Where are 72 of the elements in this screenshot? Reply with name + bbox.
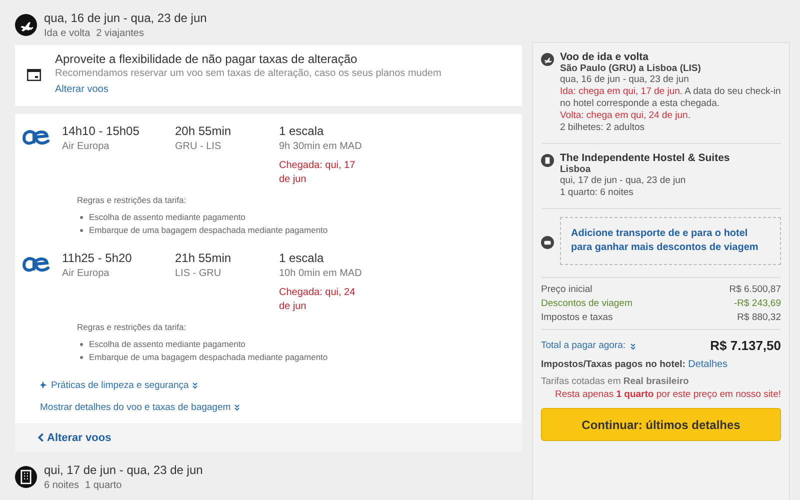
stay-detail: 6 noites [44,480,80,491]
flight-times: 14h10 - 15h05 [62,124,140,138]
tax-details-link[interactable]: Detalhes [688,359,728,370]
summary-flight-dates: qua, 16 de jun - qua, 23 de jun [560,74,690,86]
flight-route: LIS - GRU [175,268,222,279]
fare-rules-title: Regras e restrições da tarifa: [77,322,188,332]
calendar-icon [27,68,41,80]
stay-detail: 1 quarto [85,480,122,491]
notice-title: Aproveite a flexibilidade de não pagar taxas de alteração [55,52,358,66]
fare-rule: Embarque de uma bagagem despachada mediante pagamento [89,224,328,237]
price-label: Impostos e taxas [541,312,613,323]
bullet-icon [80,229,83,232]
sparkle-icon [40,381,48,389]
fare-rule: Embarque de uma bagagem despachada mediante pagamento [89,351,328,364]
flight-details-link[interactable]: Mostrar detalhes do voo e taxas de bagagem [15,396,240,418]
price-label: Descontos de viagem [541,298,632,309]
airline-logo-icon [22,128,50,146]
summary-route: São Paulo (GRU) a Lisboa (LIS) [560,63,702,74]
expand-icon [234,403,240,411]
building-icon [541,154,554,167]
hotel-dates: qui, 17 de jun - qua, 23 de jun [44,463,203,477]
notice-text: Recomendamos reservar um voo sem taxas de alteração, caso os seus planos mudem [55,68,442,79]
fare-rule: Escolha de assento mediante pagamento [89,338,246,351]
trip-dates: qua, 16 de jun - qua, 23 de jun [44,11,207,25]
bullet-icon [80,343,83,346]
return-arrival-note: Volta: chega em qui, 24 de jun. [560,110,692,122]
hotel-taxes-label: Impostos/Taxas pagos no hotel: [541,359,686,370]
summary-flight-title: Voo de ida e volta [560,51,650,63]
trip-detail: 2 viajantes [96,28,144,39]
airplane-icon [15,14,37,36]
price-amount: -R$ 243,69 [734,298,781,309]
total-label-link[interactable]: Total a pagar agora: [541,340,636,351]
change-flights-link[interactable]: Alterar voos [55,84,108,95]
back-link[interactable]: Alterar voos [38,432,112,444]
price-label: Preço inicial [541,284,592,295]
expand-icon [192,381,198,389]
summary-hotel-name: The Independente Hostel & Suites [560,152,730,164]
flight-route: GRU - LIS [175,141,222,152]
ticket-count: 2 bilhetes: 2 adultos [560,122,646,134]
currency-note: Tarifas cotadas em Real brasileiro [541,376,690,387]
stop-count: 1 escala [279,251,325,265]
bullet-icon [80,216,83,219]
building-icon [15,466,37,488]
continue-button[interactable]: Continuar: últimos detalhes [541,408,781,441]
bullet-icon [80,356,83,359]
flight-duration: 20h 55min [175,124,232,138]
summary-hotel-city: Lisboa [560,164,592,175]
flight-times: 11h25 - 5h20 [62,251,133,265]
summary-rooms: 1 quarto: 6 noites [560,187,634,199]
total-amount: R$ 7.137,50 [710,338,781,353]
transport-promo-link[interactable]: Adicione transporte de e para o hotel para ganhar mais descontos de viagem [560,217,781,265]
stop-count: 1 escala [279,124,325,138]
arrival-date: Chegada: qui, 17 de jun [279,159,356,187]
outbound-arrival-note: Ida: chega em qui, 17 de jun. A data do seu check-in no hotel corresponde a esta chegada. [560,86,781,110]
layover-info: 10h 0min em MAD [279,268,363,279]
airline-name: Air Europa [62,141,110,152]
flight-duration: 21h 55min [175,251,232,265]
airplane-icon [541,53,554,66]
fare-rule: Escolha de assento mediante pagamento [89,211,246,224]
layover-info: 9h 30min em MAD [279,141,363,152]
cleaning-link[interactable]: Práticas de limpeza e segurança [15,374,198,396]
availability-warning: Resta apenas 1 quarto por este preço em nosso site! [554,389,781,400]
trip-detail: Ida e volta [44,28,90,39]
price-amount: R$ 880,32 [737,312,781,323]
summary-hotel-dates: qui, 17 de jun - qua, 23 de jun [560,175,687,187]
airline-name: Air Europa [62,268,110,279]
airline-logo-icon [22,255,50,273]
price-amount: R$ 6.500,87 [729,284,781,295]
chevron-left-icon [38,433,44,442]
expand-icon [630,342,636,350]
arrival-date: Chegada: qui, 24 de jun [279,286,356,314]
fare-rules-title: Regras e restrições da tarifa: [77,195,188,205]
